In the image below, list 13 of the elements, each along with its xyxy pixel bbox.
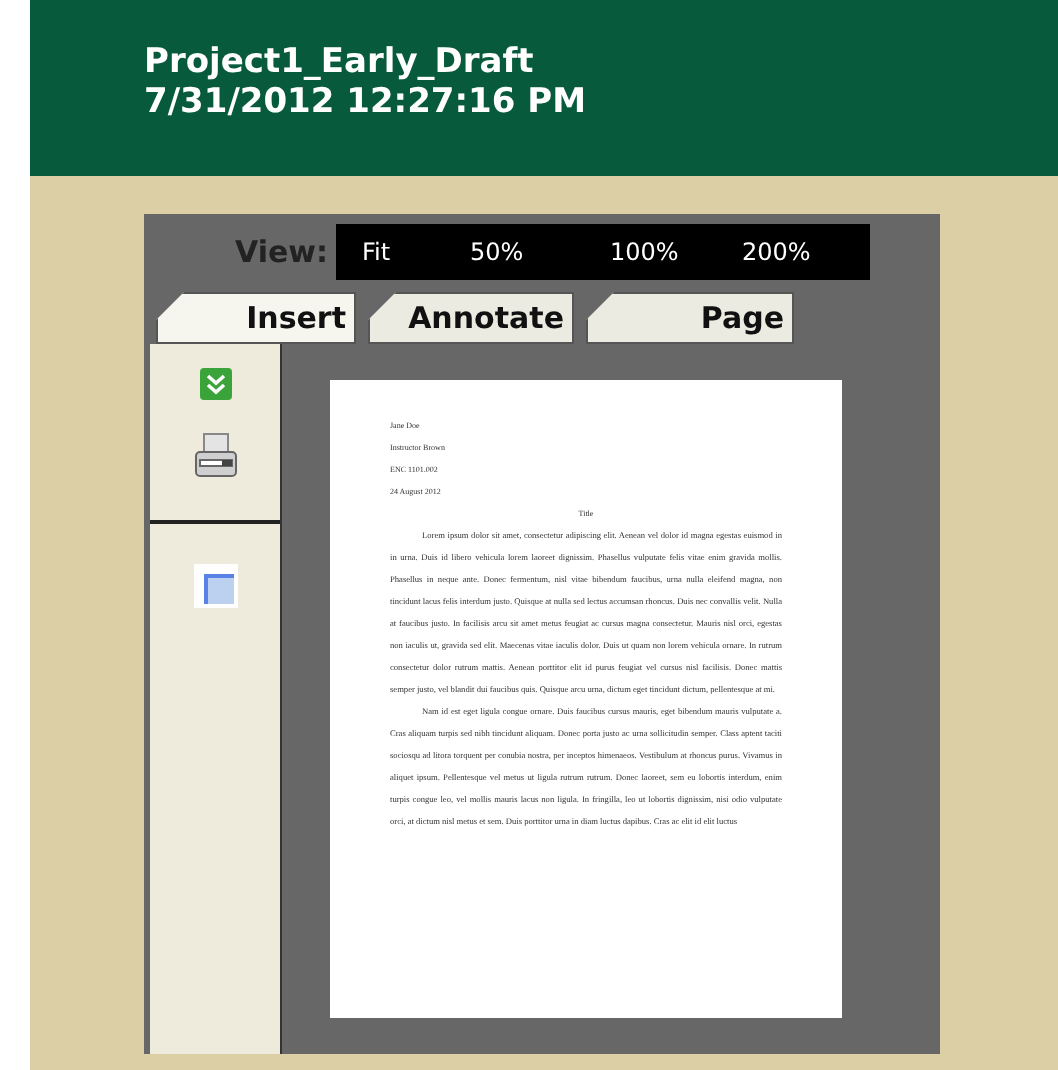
timestamp: 7/31/2012 12:27:16 PM — [144, 82, 588, 122]
zoom-option[interactable]: 200% — [742, 234, 842, 270]
view-label: View: — [232, 231, 330, 274]
tab[interactable]: Insert — [156, 292, 356, 344]
tab[interactable]: Page — [586, 292, 794, 344]
zoom-option[interactable]: 100% — [610, 234, 742, 270]
double-chevron-down-icon[interactable] — [199, 368, 231, 400]
zoom-option[interactable]: 50% — [470, 234, 610, 270]
document-title: Project1_Early_Draft — [144, 42, 536, 82]
page-thumbnail-icon[interactable] — [193, 564, 237, 608]
tab[interactable]: Annotate — [368, 292, 574, 344]
printer-icon[interactable] — [193, 432, 237, 480]
zoom-option[interactable]: Fit — [362, 234, 470, 270]
